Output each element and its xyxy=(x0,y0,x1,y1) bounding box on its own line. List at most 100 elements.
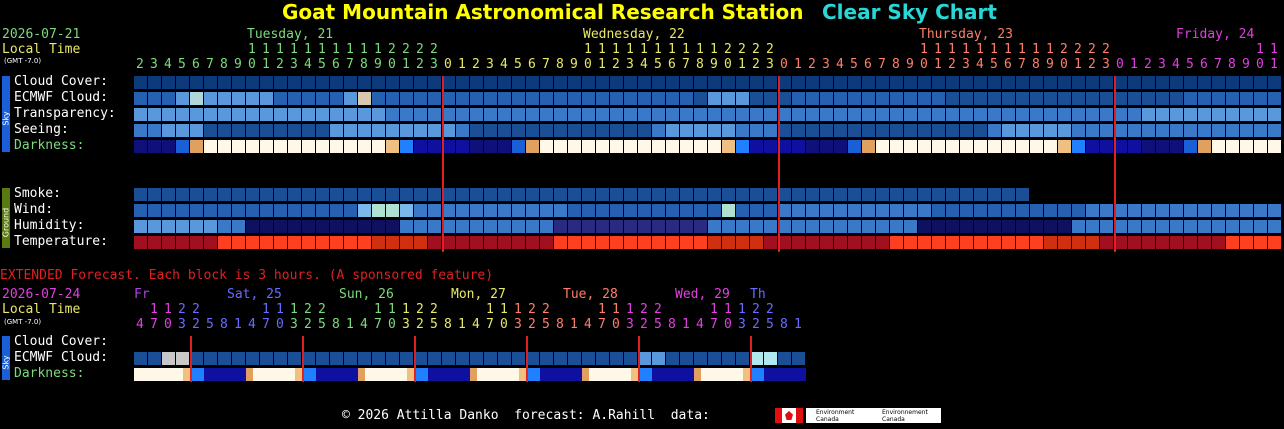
cloud-cover-cell xyxy=(512,76,525,89)
hour-digit: 1 xyxy=(1074,57,1082,72)
humidity-cell xyxy=(680,220,693,233)
cloud-cover-cell xyxy=(946,76,959,89)
ext-ecmwf-cloud-cell xyxy=(540,352,553,365)
temperature-cell xyxy=(414,236,427,249)
ext-darkness-cell xyxy=(232,368,239,381)
cloud-cover-cell xyxy=(596,76,609,89)
transparency-cell xyxy=(372,108,385,121)
hour-digit: 1 xyxy=(1046,42,1054,57)
hour-digit: 8 xyxy=(220,57,228,72)
temperature-cell xyxy=(974,236,987,249)
smoke-cell xyxy=(260,188,273,201)
transparency-cell xyxy=(722,108,735,121)
hour-digit xyxy=(1172,42,1180,58)
cloud-cover-cell xyxy=(414,76,427,89)
hour-digit: 2 xyxy=(1074,42,1082,57)
temperature-cell xyxy=(512,236,525,249)
humidity-cell xyxy=(610,220,623,233)
ext-darkness-cell xyxy=(246,368,253,381)
ext-ecmwf-cloud-cell xyxy=(596,352,609,365)
ecmwf-cloud-cell xyxy=(1212,92,1225,105)
ext-day-sat: Sat, 25 xyxy=(227,287,282,302)
hour-digit: 1 xyxy=(640,42,648,57)
transparency-cell xyxy=(344,108,357,121)
hour-digit: 7 xyxy=(374,317,382,332)
ext-darkness-cell xyxy=(470,368,477,381)
hour-digit: 1 xyxy=(612,302,620,317)
hour-digit: 3 xyxy=(822,57,830,72)
ecmwf-cloud-cell xyxy=(190,92,203,105)
day-label-thursday: Thursday, 23 xyxy=(919,27,1013,42)
seeing-cell xyxy=(708,124,721,137)
canada-flag-icon[interactable] xyxy=(775,408,803,423)
cloud-cover-cell xyxy=(834,76,847,89)
ecmwf-cloud-cell xyxy=(302,92,315,105)
transparency-cell xyxy=(694,108,707,121)
transparency-cell xyxy=(190,108,203,121)
seeing-cell xyxy=(610,124,623,137)
ext-ecmwf-cloud-cell xyxy=(498,352,511,365)
darkness-cell xyxy=(1002,140,1015,153)
hour-digit: 2 xyxy=(430,302,438,317)
ext-midnight-line xyxy=(638,336,640,382)
hour-digit xyxy=(850,42,858,58)
env-canada-logo[interactable]: Environment Canada Environnement Canada xyxy=(806,408,941,423)
hour-digit xyxy=(1158,42,1166,58)
wind-cell xyxy=(162,204,175,217)
ext-darkness-cell xyxy=(239,368,246,381)
smoke-cell xyxy=(246,188,259,201)
darkness-cell xyxy=(806,140,819,153)
hour-digit: 1 xyxy=(402,302,410,317)
ecmwf-cloud-cell xyxy=(1086,92,1099,105)
hour-digit: 5 xyxy=(990,57,998,72)
transparency-cell xyxy=(246,108,259,121)
transparency-cell xyxy=(764,108,777,121)
transparency-cell xyxy=(904,108,917,121)
darkness-cell xyxy=(274,140,287,153)
hour-digit: 1 xyxy=(682,42,690,57)
ext-darkness-cell xyxy=(694,368,701,381)
seeing-cell xyxy=(1240,124,1253,137)
midnight-line xyxy=(778,76,780,252)
hour-digit xyxy=(794,42,802,58)
seeing-cell xyxy=(946,124,959,137)
darkness-cell xyxy=(736,140,749,153)
ext-sky-sidebar-label: Sky xyxy=(1,355,11,370)
extended-local-time-label: Local Time xyxy=(2,302,81,317)
hour-digit: 8 xyxy=(892,57,900,72)
temperature-cell xyxy=(876,236,889,249)
smoke-cell xyxy=(1016,188,1029,201)
ext-darkness-cell xyxy=(568,368,575,381)
darkness-cell xyxy=(414,140,427,153)
darkness-cell xyxy=(708,140,721,153)
temperature-cell xyxy=(1240,236,1253,249)
hour-digit xyxy=(220,302,228,318)
ecmwf-cloud-cell xyxy=(512,92,525,105)
hour-digit: 8 xyxy=(1032,57,1040,72)
ext-midnight-line xyxy=(414,336,416,382)
darkness-cell xyxy=(568,140,581,153)
darkness-cell xyxy=(904,140,917,153)
wind-cell xyxy=(652,204,665,217)
ext-ecmwf-cloud-cell xyxy=(134,352,147,365)
cloud-cover-cell xyxy=(162,76,175,89)
hour-digit: 2 xyxy=(192,302,200,317)
temperature-cell xyxy=(498,236,511,249)
temperature-cell xyxy=(316,236,329,249)
ecmwf-cloud-cell xyxy=(596,92,609,105)
hour-digit: 2 xyxy=(724,42,732,57)
cloud-cover-cell xyxy=(722,76,735,89)
wind-cell xyxy=(456,204,469,217)
temperature-cell xyxy=(736,236,749,249)
hour-digit xyxy=(780,42,788,58)
seeing-cell xyxy=(1212,124,1225,137)
darkness-cell xyxy=(890,140,903,153)
ext-ecmwf-cloud-cell xyxy=(204,352,217,365)
hour-digit: 1 xyxy=(262,302,270,317)
chart-name: Clear Sky Chart xyxy=(822,0,997,24)
transparency-cell xyxy=(1156,108,1169,121)
transparency-cell xyxy=(1268,108,1281,121)
ecmwf-cloud-cell xyxy=(232,92,245,105)
wind-cell xyxy=(1212,204,1225,217)
extended-notice[interactable]: EXTENDED Forecast. Each block is 3 hours… xyxy=(0,268,493,284)
